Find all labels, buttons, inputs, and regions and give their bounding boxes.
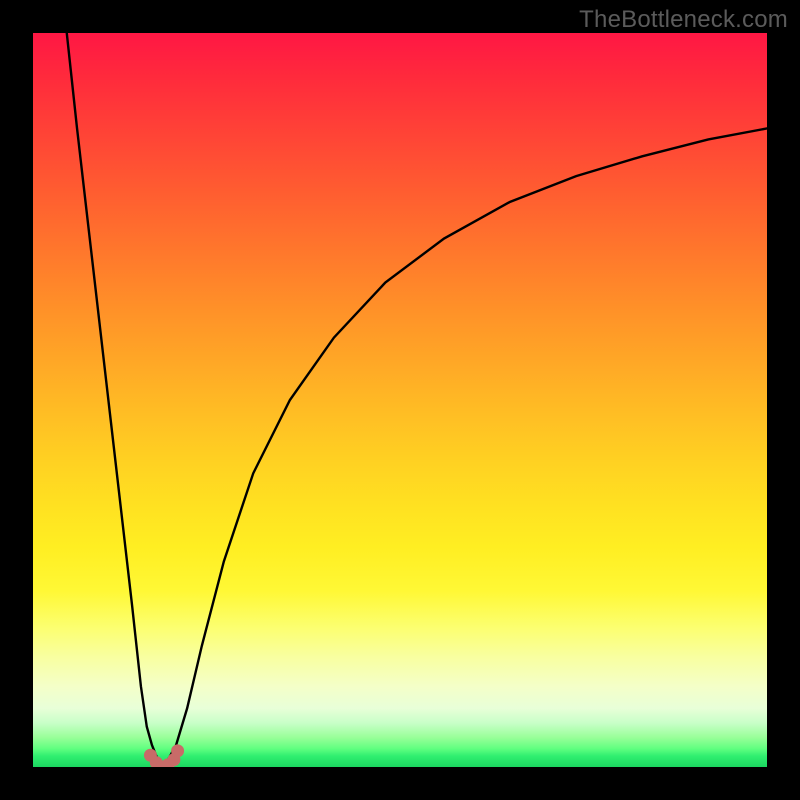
- chart-frame: TheBottleneck.com: [0, 0, 800, 800]
- bottleneck-curve: [33, 33, 767, 767]
- minimum-marker-dot: [171, 744, 184, 757]
- curve-path: [67, 33, 767, 767]
- minimum-markers: [144, 744, 184, 767]
- plot-area: [33, 33, 767, 767]
- watermark-text: TheBottleneck.com: [579, 6, 788, 34]
